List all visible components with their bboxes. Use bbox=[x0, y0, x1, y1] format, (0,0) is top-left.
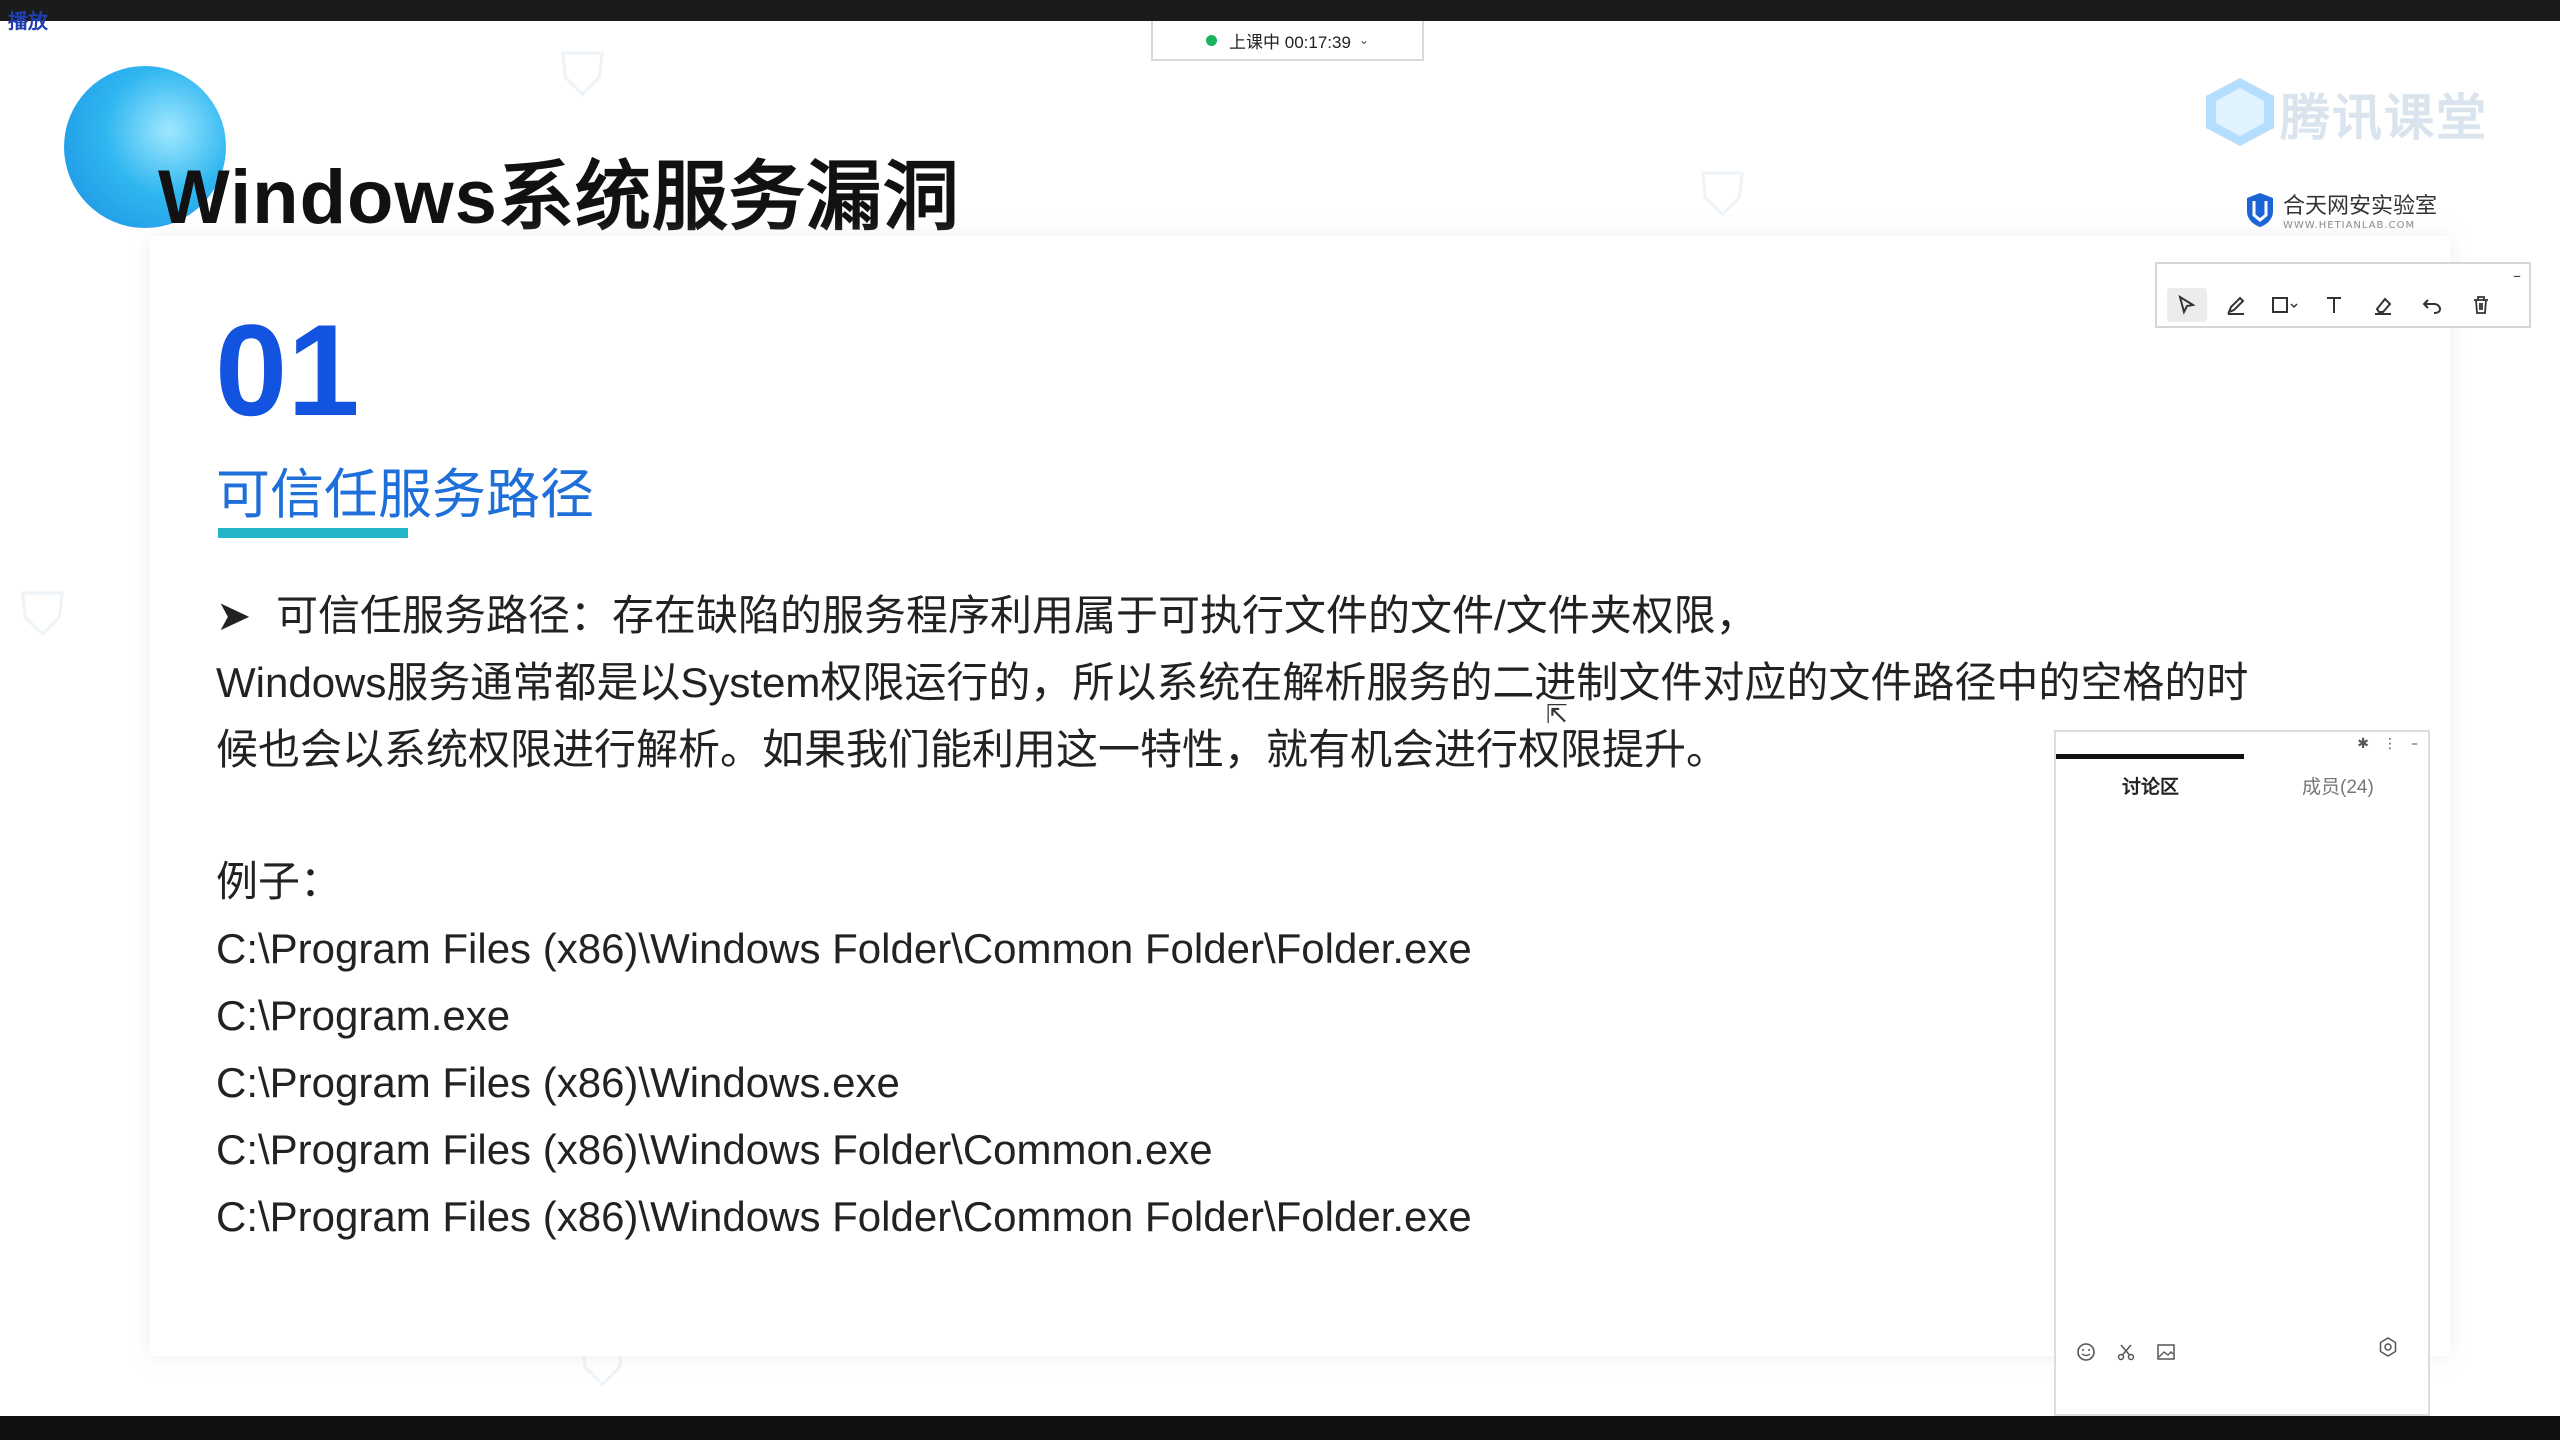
scissors-icon[interactable] bbox=[2116, 1342, 2136, 1362]
pen-icon[interactable] bbox=[2216, 288, 2256, 322]
hetian-name: 合天网安实验室 bbox=[2283, 193, 2438, 218]
hetian-logo: 合天网安实验室 WWW.HETIANLAB.COM bbox=[2245, 188, 2437, 231]
example-list: 例子： C:\Program Files (x86)\Windows Folde… bbox=[216, 848, 1472, 1250]
section-number: 01 bbox=[215, 297, 360, 443]
image-icon[interactable] bbox=[2156, 1342, 2176, 1362]
active-tab-indicator bbox=[2056, 754, 2244, 759]
undo-icon[interactable] bbox=[2412, 288, 2452, 322]
more-icon[interactable]: ⋮ bbox=[2383, 736, 2397, 752]
live-status-dot bbox=[1206, 34, 1218, 46]
body-line-2: Windows服务通常都是以System权限运行的，所以系统在解析服务的二进制文… bbox=[216, 659, 2249, 706]
watermark-shield: ⛉ bbox=[560, 40, 605, 110]
body-paragraph: ➤ 可信任服务路径：存在缺陷的服务程序利用属于可执行文件的文件/文件夹权限， Wi… bbox=[216, 582, 2336, 783]
corner-label: 播放 bbox=[8, 9, 48, 33]
class-status-pill[interactable]: 上课中 00:17:39 ⌄ bbox=[1151, 21, 1424, 61]
mouse-cursor-icon: ⇱ bbox=[1546, 700, 1568, 730]
toolbar-minimize-button[interactable]: – bbox=[2513, 266, 2521, 285]
emoji-icon[interactable] bbox=[2076, 1342, 2096, 1362]
bullet-arrow-icon: ➤ bbox=[216, 592, 252, 639]
pin-icon[interactable]: ✱ bbox=[2357, 736, 2369, 752]
body-line-1: ➤ 可信任服务路径：存在缺陷的服务程序利用属于可执行文件的文件/文件夹权限， bbox=[216, 582, 2336, 649]
shield-icon bbox=[2247, 192, 2273, 227]
page-title: Windows系统服务漏洞 bbox=[158, 155, 960, 240]
example-path: C:\Program.exe bbox=[216, 992, 511, 1039]
class-status-text: 上课中 00:17:39 bbox=[1229, 32, 1351, 52]
chevron-down-icon[interactable]: ⌄ bbox=[1359, 33, 1369, 47]
minimize-icon[interactable]: – bbox=[2411, 736, 2418, 752]
watermark-shield: ⛉ bbox=[20, 580, 65, 650]
section-underline bbox=[218, 528, 408, 538]
example-path: C:\Program Files (x86)\Windows Folder\Co… bbox=[216, 1126, 1213, 1173]
annotation-toolbar: – bbox=[2155, 262, 2531, 328]
eraser-icon[interactable] bbox=[2363, 288, 2403, 322]
chat-footer-toolbar bbox=[2076, 1342, 2196, 1362]
bottom-black-bar bbox=[0, 1416, 2560, 1440]
pointer-icon[interactable] bbox=[2167, 288, 2207, 322]
watermark-shield: ⛉ bbox=[1700, 160, 1745, 230]
top-black-bar bbox=[0, 0, 2560, 21]
discussion-panel: ✱ ⋮ – 讨论区 成员(24) bbox=[2054, 730, 2430, 1416]
tencent-classroom-text: 腾讯课堂 bbox=[2280, 89, 2488, 147]
example-path: C:\Program Files (x86)\Windows Folder\Co… bbox=[216, 1193, 1472, 1240]
settings-icon[interactable] bbox=[2378, 1337, 2398, 1362]
example-path: C:\Program Files (x86)\Windows Folder\Co… bbox=[216, 925, 1472, 972]
body-line-3: 候也会以系统权限进行解析。如果我们能利用这一特性，就有机会进行权限提升。 bbox=[216, 726, 1729, 773]
trash-icon[interactable] bbox=[2461, 288, 2501, 322]
example-path: C:\Program Files (x86)\Windows.exe bbox=[216, 1059, 900, 1106]
text-icon[interactable] bbox=[2314, 288, 2354, 322]
hetian-url: WWW.HETIANLAB.COM bbox=[2283, 220, 2416, 231]
rectangle-icon[interactable] bbox=[2265, 288, 2305, 322]
body-line-1-text: 可信任服务路径：存在缺陷的服务程序利用属于可执行文件的文件/文件夹权限， bbox=[276, 592, 1758, 639]
section-title: 可信任服务路径 bbox=[216, 465, 594, 525]
tab-members[interactable]: 成员(24) bbox=[2302, 772, 2374, 799]
example-label: 例子： bbox=[216, 858, 343, 905]
tab-discussion[interactable]: 讨论区 bbox=[2122, 772, 2179, 799]
